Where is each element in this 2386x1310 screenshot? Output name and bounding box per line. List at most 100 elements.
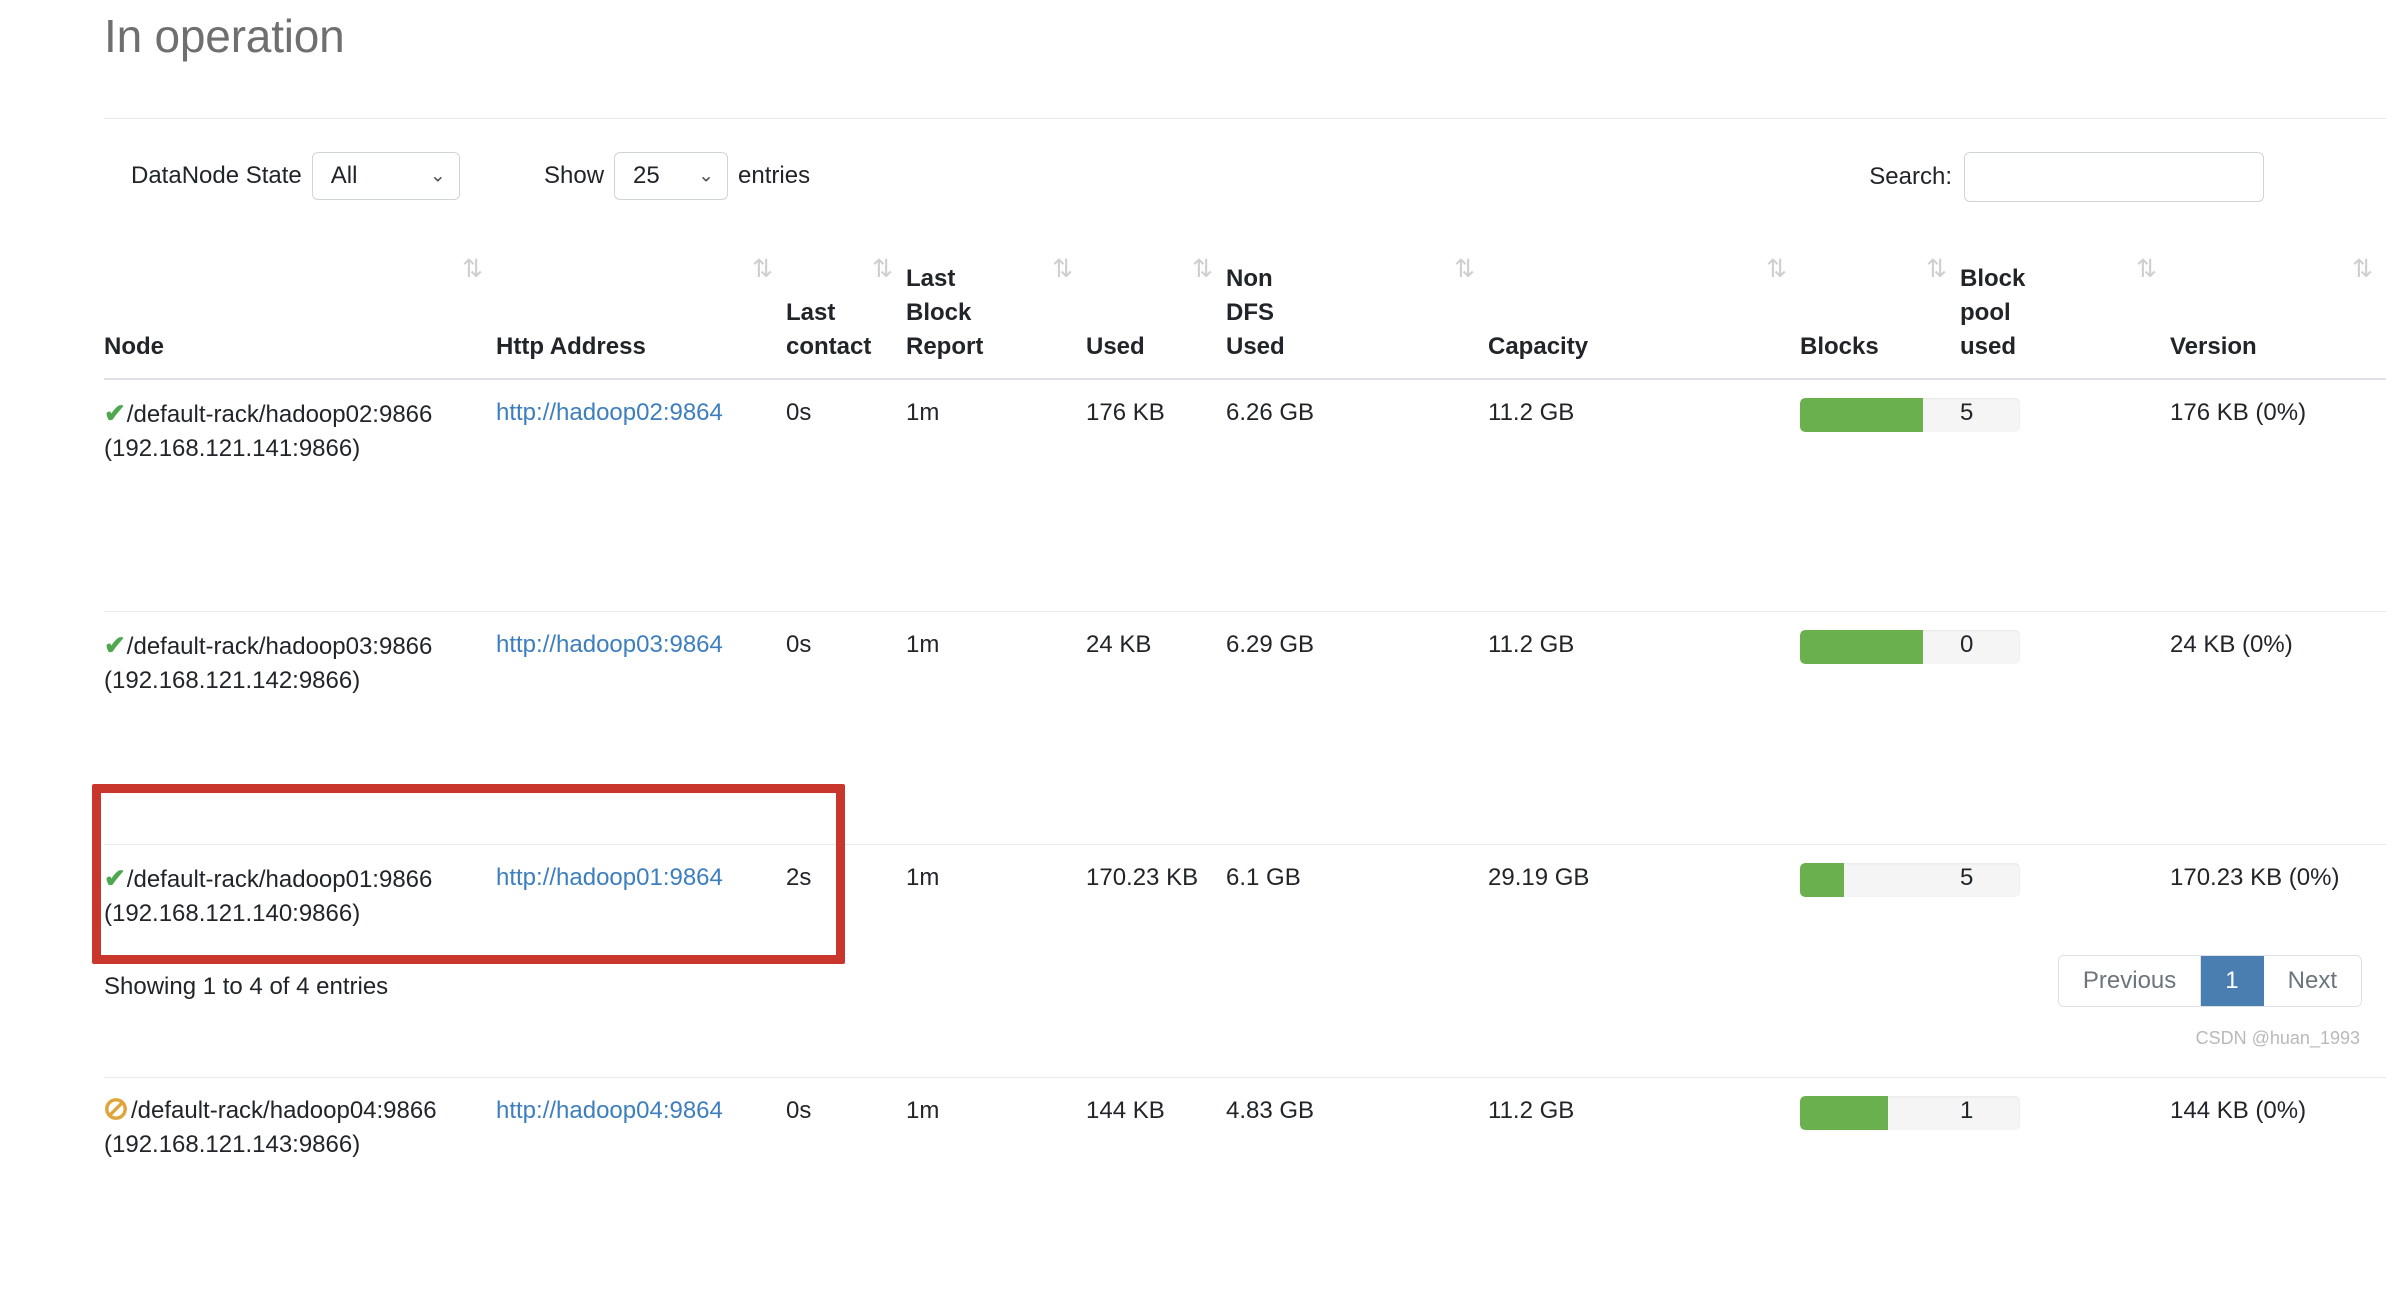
http-address-link[interactable]: http://hadoop03:9864 <box>496 631 723 658</box>
column-header-block-pool-used-line1: Block <box>1960 265 2025 292</box>
datanode-in-operation-page: In operation DataNode State All ⌄ Show 2… <box>0 0 2386 1058</box>
column-header-last-block-report[interactable]: Last Block Report ⇅ <box>906 248 1086 379</box>
datanode-state-select-wrap[interactable]: All ⌄ <box>312 152 460 200</box>
sort-icon: ⇅ <box>1766 256 1784 281</box>
showing-entries-info: Showing 1 to 4 of 4 entries <box>104 972 388 1002</box>
cell-capacity-value: 11.2 GB <box>1488 1078 1800 1310</box>
sort-icon: ⇅ <box>872 256 890 281</box>
column-header-last-contact-line1: Last <box>786 299 835 326</box>
column-header-non-dfs-used-line3: Used <box>1226 333 1285 360</box>
node-name: /default-rack/hadoop04:9866 (192.168.121… <box>104 1097 437 1158</box>
column-header-node[interactable]: Node ⇅ <box>104 248 496 379</box>
cell-block-pool-used: 144 KB (0%) <box>2170 1078 2386 1310</box>
capacity-progress-fill <box>1800 1096 1888 1130</box>
cell-node: ✔/default-rack/hadoop03:9866 (192.168.12… <box>104 612 496 845</box>
cell-http-address: http://hadoop03:9864 <box>496 612 786 845</box>
capacity-progress-fill <box>1800 863 1844 897</box>
cell-block-pool-used: 176 KB (0%) <box>2170 379 2386 612</box>
show-prefix-label: Show <box>544 162 604 190</box>
node-name: /default-rack/hadoop03:9866 (192.168.121… <box>104 633 432 694</box>
http-address-link[interactable]: http://hadoop04:9864 <box>496 1097 723 1124</box>
cell-non-dfs-used: 6.29 GB <box>1226 612 1488 845</box>
cell-capacity-value: 29.19 GB <box>1488 845 1800 1078</box>
cell-blocks: 0 <box>1960 612 2170 845</box>
page-length-select[interactable]: 25 <box>614 152 728 200</box>
cell-last-block-report: 1m <box>906 1078 1086 1310</box>
cell-used: 170.23 KB <box>1086 845 1226 1078</box>
pagination-next-button[interactable]: Next <box>2264 956 2361 1006</box>
cell-last-contact: 0s <box>786 1078 906 1310</box>
sort-icon: ⇅ <box>2136 256 2154 281</box>
cell-non-dfs-used: 6.1 GB <box>1226 845 1488 1078</box>
node-name: /default-rack/hadoop02:9866 (192.168.121… <box>104 401 432 462</box>
sort-icon: ⇅ <box>1192 256 1210 281</box>
cell-capacity-value: 11.2 GB <box>1488 379 1800 612</box>
table-row: /default-rack/hadoop04:9866 (192.168.121… <box>104 1078 2386 1310</box>
cell-last-contact: 0s <box>786 612 906 845</box>
column-header-http-address-label: Http Address <box>496 333 646 360</box>
cell-http-address: http://hadoop01:9864 <box>496 845 786 1078</box>
column-header-http-address[interactable]: Http Address ⇅ <box>496 248 786 379</box>
table-controls: DataNode State All ⌄ Show 25 ⌄ entries S… <box>104 152 2264 216</box>
pagination-previous-button[interactable]: Previous <box>2059 956 2201 1006</box>
column-header-block-pool-used[interactable]: Block pool used ⇅ <box>1960 248 2170 379</box>
column-header-last-block-report-line3: Report <box>906 333 983 360</box>
table-header-row: Node ⇅ Http Address ⇅ Last contact ⇅ Las… <box>104 248 2386 379</box>
datanode-state-filter: DataNode State All ⌄ <box>131 152 460 200</box>
cell-capacity <box>1800 612 1960 845</box>
column-header-non-dfs-used[interactable]: Non DFS Used ⇅ <box>1226 248 1488 379</box>
pagination: Previous 1 Next <box>2058 955 2362 1007</box>
cell-last-block-report: 1m <box>906 845 1086 1078</box>
table-body: ✔/default-rack/hadoop02:9866 (192.168.12… <box>104 379 2386 1310</box>
sort-icon: ⇅ <box>2352 256 2370 281</box>
page-length-select-wrap[interactable]: 25 ⌄ <box>614 152 728 200</box>
column-header-last-contact[interactable]: Last contact ⇅ <box>786 248 906 379</box>
column-header-blocks-label: Blocks <box>1800 333 1879 360</box>
cell-last-contact: 0s <box>786 379 906 612</box>
table-row: ✔/default-rack/hadoop03:9866 (192.168.12… <box>104 612 2386 845</box>
show-suffix-label: entries <box>738 162 810 190</box>
table-row: ✔/default-rack/hadoop02:9866 (192.168.12… <box>104 379 2386 612</box>
cell-last-contact: 2s <box>786 845 906 1078</box>
check-icon: ✔ <box>104 630 126 660</box>
column-header-version[interactable]: Version ⇅ <box>2170 248 2386 379</box>
column-header-non-dfs-used-line1: Non <box>1226 265 1273 292</box>
cell-capacity <box>1800 845 1960 1078</box>
cell-last-block-report: 1m <box>906 379 1086 612</box>
sort-icon: ⇅ <box>752 256 770 281</box>
column-header-blocks[interactable]: Blocks ⇅ <box>1800 248 1960 379</box>
datanode-state-label: DataNode State <box>131 162 302 190</box>
datanode-state-select[interactable]: All <box>312 152 460 200</box>
sort-icon: ⇅ <box>1454 256 1472 281</box>
column-header-non-dfs-used-line2: DFS <box>1226 299 1274 326</box>
cell-capacity <box>1800 1078 1960 1310</box>
cell-non-dfs-used: 4.83 GB <box>1226 1078 1488 1310</box>
datanode-table: Node ⇅ Http Address ⇅ Last contact ⇅ Las… <box>104 248 2386 1310</box>
capacity-progress-fill <box>1800 398 1923 432</box>
cell-capacity-value: 11.2 GB <box>1488 612 1800 845</box>
search-control: Search: <box>1869 152 2264 202</box>
cell-used: 144 KB <box>1086 1078 1226 1310</box>
http-address-link[interactable]: http://hadoop02:9864 <box>496 399 723 426</box>
capacity-progress-fill <box>1800 630 1923 664</box>
watermark: CSDN @huan_1993 <box>2196 1027 2360 1049</box>
page-length-control: Show 25 ⌄ entries <box>544 152 810 200</box>
title-divider <box>104 118 2386 119</box>
cell-used: 24 KB <box>1086 612 1226 845</box>
column-header-used-label: Used <box>1086 333 1145 360</box>
search-input[interactable] <box>1964 152 2264 202</box>
column-header-block-pool-used-line3: used <box>1960 333 2016 360</box>
check-icon: ✔ <box>104 398 126 428</box>
cell-node: ✔/default-rack/hadoop02:9866 (192.168.12… <box>104 379 496 612</box>
http-address-link[interactable]: http://hadoop01:9864 <box>496 864 723 891</box>
sort-icon: ⇅ <box>1052 256 1070 281</box>
check-icon: ✔ <box>104 863 126 893</box>
column-header-capacity-label: Capacity <box>1488 333 1588 360</box>
node-name: /default-rack/hadoop01:9866 (192.168.121… <box>104 866 432 927</box>
pagination-page-1-button[interactable]: 1 <box>2201 956 2263 1006</box>
cell-last-block-report: 1m <box>906 612 1086 845</box>
column-header-capacity[interactable]: Capacity ⇅ <box>1488 248 1800 379</box>
cell-node: ✔/default-rack/hadoop01:9866 (192.168.12… <box>104 845 496 1078</box>
column-header-used[interactable]: Used ⇅ <box>1086 248 1226 379</box>
cell-non-dfs-used: 6.26 GB <box>1226 379 1488 612</box>
